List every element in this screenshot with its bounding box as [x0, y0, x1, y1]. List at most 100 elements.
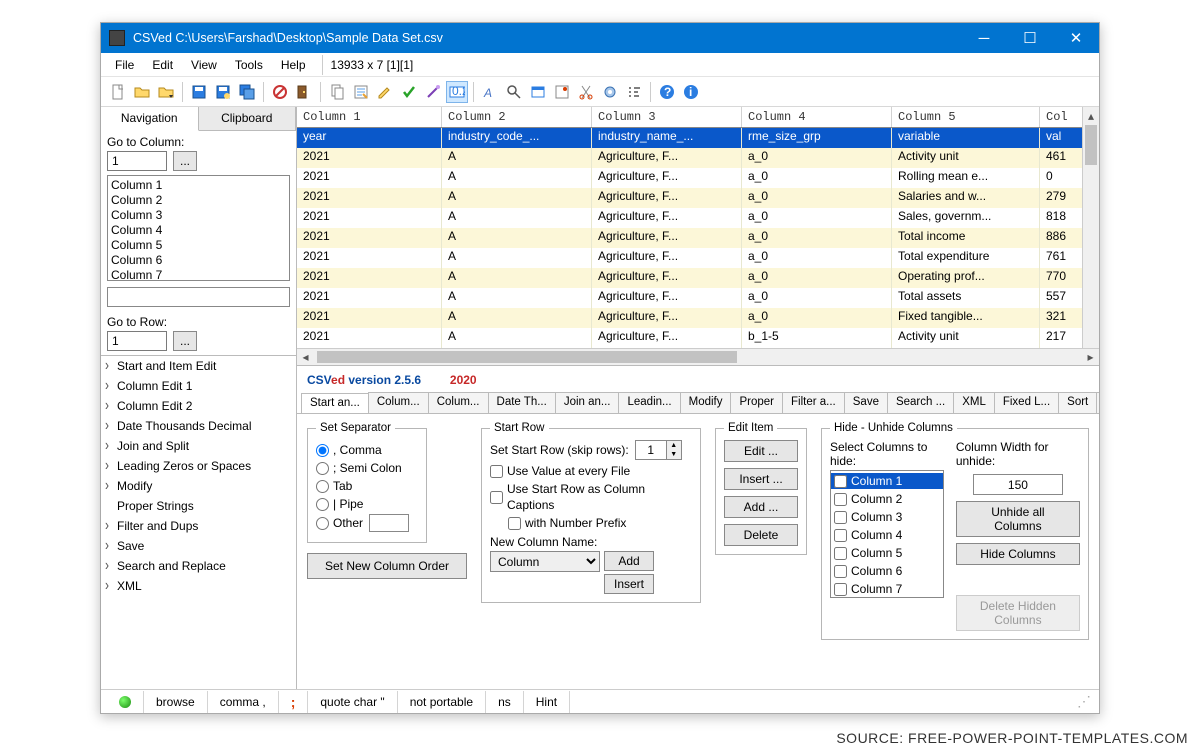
scroll-up-icon[interactable]: ▴: [1083, 107, 1099, 124]
cell[interactable]: 0: [1040, 168, 1084, 188]
column-header[interactable]: Column 4: [742, 107, 892, 127]
help-icon[interactable]: ?: [656, 81, 678, 103]
table-row[interactable]: 2021AAgriculture, F...a_0Fixed tangible.…: [297, 308, 1099, 328]
cell[interactable]: 2021: [297, 248, 442, 268]
cell[interactable]: 279: [1040, 188, 1084, 208]
cell[interactable]: 2021: [297, 208, 442, 228]
cell[interactable]: A: [442, 228, 592, 248]
exit-icon[interactable]: [293, 81, 315, 103]
sep-pipe-radio[interactable]: | Pipe: [316, 496, 418, 512]
check-icon[interactable]: [398, 81, 420, 103]
hide-col-item[interactable]: Column 1: [831, 473, 943, 489]
cell[interactable]: Agriculture, F...: [592, 188, 742, 208]
maximize-button[interactable]: ☐: [1007, 23, 1053, 53]
resize-grip-icon[interactable]: ⋰: [1077, 693, 1093, 710]
hide-col-item[interactable]: Column 2: [831, 491, 943, 507]
cell[interactable]: val: [1040, 128, 1084, 148]
insert-column-button[interactable]: Insert: [604, 574, 654, 594]
new-column-select[interactable]: Column: [490, 551, 600, 572]
cell[interactable]: A: [442, 308, 592, 328]
hide-col-item[interactable]: Column 6: [831, 563, 943, 579]
cell[interactable]: a_0: [742, 168, 892, 188]
cell[interactable]: Agriculture, F...: [592, 148, 742, 168]
cell[interactable]: Activity unit: [892, 148, 1040, 168]
cell[interactable]: 557: [1040, 288, 1084, 308]
table-row[interactable]: 2021AAgriculture, F...b_1-5Activity unit…: [297, 328, 1099, 348]
hide-col-item[interactable]: Column 3: [831, 509, 943, 525]
close-button[interactable]: ✕: [1053, 23, 1099, 53]
cell[interactable]: Activity unit: [892, 328, 1040, 348]
cell[interactable]: 2021: [297, 168, 442, 188]
bottom-tab[interactable]: Join an...: [555, 392, 620, 413]
cell[interactable]: Agriculture, F...: [592, 228, 742, 248]
start-row-spinner[interactable]: ▲▼: [635, 440, 682, 460]
cell[interactable]: Agriculture, F...: [592, 308, 742, 328]
cell[interactable]: Agriculture, F...: [592, 328, 742, 348]
tree-item[interactable]: Proper Strings: [101, 496, 296, 516]
sep-other-radio[interactable]: Other: [316, 514, 418, 532]
cell[interactable]: 2021: [297, 148, 442, 168]
cell[interactable]: 770: [1040, 268, 1084, 288]
spin-down-icon[interactable]: ▼: [667, 450, 681, 459]
cell[interactable]: 818: [1040, 208, 1084, 228]
font-icon[interactable]: A: [479, 81, 501, 103]
tree-item[interactable]: Join and Split: [101, 436, 296, 456]
cell[interactable]: Salaries and w...: [892, 188, 1040, 208]
column-header[interactable]: Column 3: [592, 107, 742, 127]
cell[interactable]: Total expenditure: [892, 248, 1040, 268]
column-header[interactable]: Column 2: [442, 107, 592, 127]
cell[interactable]: variable: [892, 128, 1040, 148]
operations-tree[interactable]: Start and Item Edit Column Edit 1 Column…: [101, 355, 296, 689]
cell[interactable]: A: [442, 248, 592, 268]
window-icon[interactable]: [527, 81, 549, 103]
bottom-tab[interactable]: Sort: [1058, 392, 1097, 413]
cell[interactable]: 2021: [297, 228, 442, 248]
column-header[interactable]: Col: [1040, 107, 1084, 127]
table-row[interactable]: 2021AAgriculture, F...a_0Activity unit46…: [297, 148, 1099, 168]
insert-button[interactable]: Insert ...: [724, 468, 798, 490]
number-format-icon[interactable]: 0.2: [446, 81, 468, 103]
save-as-icon[interactable]: [212, 81, 234, 103]
tree-item[interactable]: Save: [101, 536, 296, 556]
cell[interactable]: 2021: [297, 188, 442, 208]
edit-note-icon[interactable]: [350, 81, 372, 103]
cell[interactable]: a_0: [742, 308, 892, 328]
bottom-tab[interactable]: Colum...: [368, 392, 429, 413]
cell[interactable]: a_0: [742, 248, 892, 268]
save-all-icon[interactable]: [236, 81, 258, 103]
goto-column-input[interactable]: [107, 151, 167, 171]
bottom-tab[interactable]: Save: [844, 392, 888, 413]
cell[interactable]: 2021: [297, 268, 442, 288]
cell[interactable]: a_0: [742, 188, 892, 208]
grid-horizontal-scrollbar[interactable]: ◂▸: [297, 348, 1099, 365]
cell[interactable]: 886: [1040, 228, 1084, 248]
cell[interactable]: 321: [1040, 308, 1084, 328]
cell[interactable]: Fixed tangible...: [892, 308, 1040, 328]
cell[interactable]: 2021: [297, 308, 442, 328]
hide-col-item[interactable]: Column 5: [831, 545, 943, 561]
scroll-right-icon[interactable]: ▸: [1082, 349, 1099, 365]
cell[interactable]: Total assets: [892, 288, 1040, 308]
cell[interactable]: Agriculture, F...: [592, 268, 742, 288]
table-row[interactable]: 2021AAgriculture, F...a_0Sales, governm.…: [297, 208, 1099, 228]
edit-button[interactable]: Edit ...: [724, 440, 798, 462]
hide-col-item[interactable]: Column 7: [831, 581, 943, 597]
table-row[interactable]: 2021AAgriculture, F...a_0Rolling mean e.…: [297, 168, 1099, 188]
list-item[interactable]: Column 1: [111, 178, 286, 193]
tree-item[interactable]: Column Edit 1: [101, 376, 296, 396]
edit-pencil-icon[interactable]: [374, 81, 396, 103]
cut-icon[interactable]: [575, 81, 597, 103]
copy-icon[interactable]: [326, 81, 348, 103]
tree-item[interactable]: Filter and Dups: [101, 516, 296, 536]
cell[interactable]: a_0: [742, 148, 892, 168]
cell[interactable]: Agriculture, F...: [592, 208, 742, 228]
hide-col-item[interactable]: Column 4: [831, 527, 943, 543]
tree-item[interactable]: Column Edit 2: [101, 396, 296, 416]
cell[interactable]: 2021: [297, 288, 442, 308]
column-width-input[interactable]: [973, 474, 1063, 495]
tree-item[interactable]: Date Thousands Decimal: [101, 416, 296, 436]
cell[interactable]: industry_name_...: [592, 128, 742, 148]
goto-row-input[interactable]: [107, 331, 167, 351]
cell[interactable]: A: [442, 208, 592, 228]
cell[interactable]: Agriculture, F...: [592, 248, 742, 268]
